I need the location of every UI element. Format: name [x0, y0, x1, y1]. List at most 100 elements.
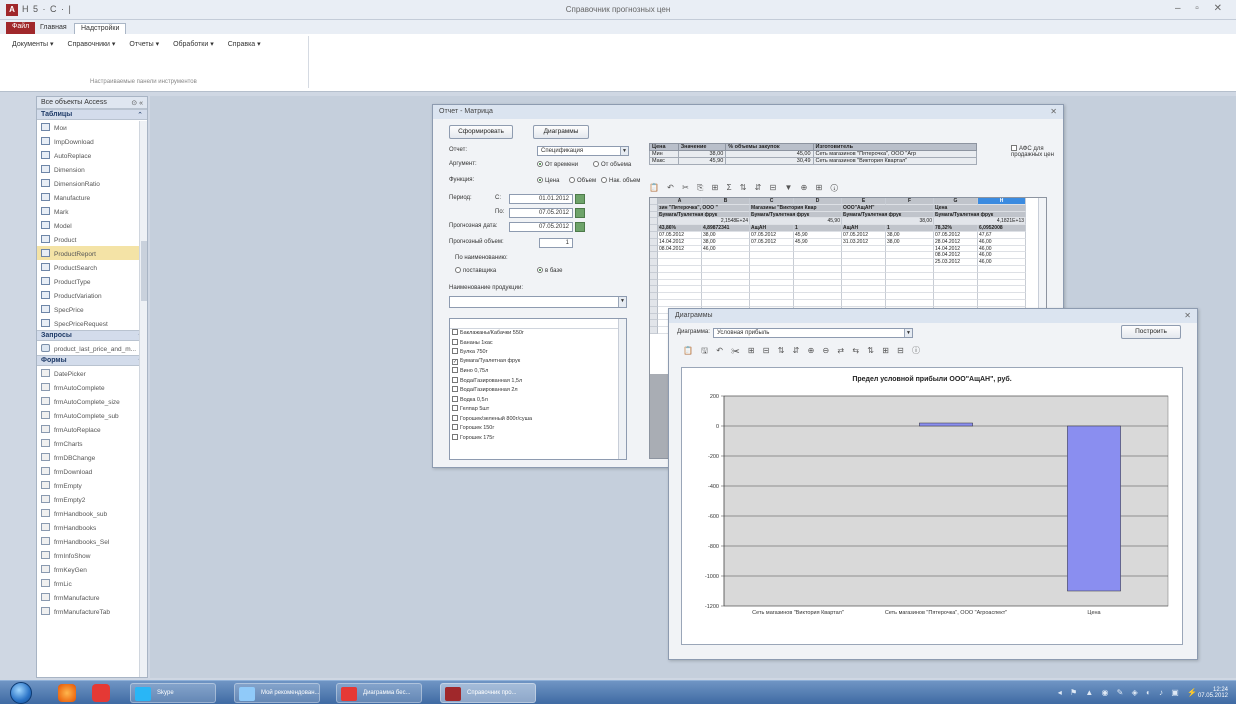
pivot-row-number[interactable] [650, 245, 658, 253]
forecast-volume-input[interactable]: 1 [539, 238, 573, 248]
radio-icon[interactable] [455, 267, 461, 273]
radio-icon[interactable] [593, 161, 599, 167]
pivot-row-number[interactable] [650, 279, 658, 287]
period-to-input[interactable]: 07.05.2012 [509, 208, 573, 218]
argument-volume-radio[interactable]: От объема [593, 161, 631, 168]
nav-item[interactable]: frmCharts [37, 436, 147, 450]
build-chart-button[interactable]: Построить [1121, 325, 1181, 339]
window-controls[interactable]: – ▫ ✕ [1175, 3, 1228, 14]
pivot-cell[interactable] [794, 245, 842, 253]
by-base-radio[interactable]: в базе [537, 267, 562, 274]
pivot-cell[interactable]: 1 [886, 225, 934, 232]
nav-item[interactable]: frmDBChange [37, 450, 147, 464]
pivot-cell[interactable]: 46,00 [978, 259, 1026, 266]
pivot-cell[interactable] [934, 293, 978, 300]
pivot-cell[interactable] [702, 252, 750, 260]
nav-item[interactable]: SpecPriceRequest [37, 316, 147, 330]
pivot-cell[interactable] [794, 266, 842, 273]
pivot-column-header[interactable]: F [886, 198, 934, 205]
nav-item[interactable]: DimensionRatio [37, 176, 147, 190]
pivot-cell[interactable] [658, 286, 702, 294]
product-checkbox-item[interactable]: Гелпар 5шт [450, 405, 626, 415]
pivot-total[interactable]: 45,90 [750, 218, 842, 226]
product-checkbox-item[interactable]: Баклажаны/Кабачки 550г [450, 329, 626, 339]
checkbox-icon[interactable] [452, 424, 458, 430]
pivot-cell[interactable]: 07.05.2012 [658, 232, 702, 239]
pivot-cell[interactable] [750, 259, 794, 266]
nav-header[interactable]: Все объекты Access ⊙ « [37, 97, 147, 109]
checklist-scrollbar[interactable] [618, 319, 626, 459]
pivot-cell[interactable] [842, 245, 886, 253]
pivot-cell[interactable] [978, 300, 1026, 307]
pivot-cell[interactable] [842, 293, 886, 300]
product-name-select[interactable]: ▼ [449, 296, 627, 308]
nav-item[interactable]: frmAutoComplete [37, 380, 147, 394]
pivot-group-header[interactable]: Магазины "Виктория Квар [750, 204, 842, 212]
pivot-row-number[interactable] [650, 204, 658, 212]
pivot-cell[interactable] [794, 272, 842, 280]
function-price-radio[interactable]: Цена [537, 177, 559, 184]
pivot-row-number[interactable] [650, 211, 658, 219]
nav-item[interactable]: Mark [37, 204, 147, 218]
nav-item[interactable]: AutoReplace [37, 148, 147, 162]
pivot-cell[interactable] [750, 300, 794, 307]
pivot-cell[interactable] [750, 286, 794, 294]
pivot-column-header[interactable]: C [750, 198, 794, 205]
pivot-cell[interactable]: 4,89872341 [702, 225, 750, 232]
chart-type-select[interactable]: Условная прибыль ▼ [713, 328, 913, 338]
nav-item[interactable]: ImpDownload [37, 134, 147, 148]
pivot-column-header[interactable]: E [842, 198, 886, 205]
pivot-row-number[interactable] [650, 293, 658, 300]
product-checkbox-item[interactable]: Вино 0,75л [450, 367, 626, 377]
pivot-row-number[interactable] [650, 252, 658, 260]
checkbox-icon[interactable] [452, 338, 458, 345]
pivot-cell[interactable] [842, 266, 886, 273]
pivot-cell[interactable] [886, 272, 934, 280]
nav-item[interactable]: frmAutoReplace [37, 422, 147, 436]
product-checkbox-item[interactable]: Бананы 1кас [450, 338, 626, 349]
pivot-cell[interactable] [794, 279, 842, 287]
pivot-cell[interactable]: 46,00 [702, 245, 750, 253]
pivot-cell[interactable]: 46,00 [978, 252, 1026, 260]
pivot-cell[interactable] [842, 259, 886, 266]
pivot-cell[interactable]: 1 [794, 225, 842, 232]
checkbox-icon[interactable] [452, 376, 458, 383]
nav-item[interactable]: ProductType [37, 274, 147, 288]
pivot-cell[interactable]: 14.04.2012 [658, 238, 702, 246]
pivot-subheader[interactable]: Бумага/Туалетная фрук [658, 211, 750, 219]
pivot-cell[interactable] [702, 293, 750, 300]
pivot-cell[interactable] [702, 300, 750, 307]
nav-item[interactable]: Dimension [37, 162, 147, 176]
pivot-cell[interactable]: 6,0952008 [978, 225, 1026, 232]
close-icon[interactable]: ✕ [1050, 107, 1057, 116]
nav-item[interactable]: frmLic [37, 576, 147, 590]
clock[interactable]: 12:24 07.05.2012 [1198, 687, 1228, 699]
pivot-cell[interactable]: 38,00 [702, 232, 750, 239]
pivot-row-number[interactable] [650, 320, 658, 328]
period-from-input[interactable]: 01.01.2012 [509, 194, 573, 204]
pivot-column-header[interactable]: H [978, 198, 1026, 205]
pivot-cell[interactable]: 46,00 [978, 238, 1026, 246]
checkbox-icon[interactable] [452, 433, 458, 440]
pivot-cell[interactable] [842, 252, 886, 260]
pivot-cell[interactable] [978, 272, 1026, 280]
calendar-icon[interactable] [575, 208, 585, 218]
menu-processing[interactable]: Обработки ▾ [173, 40, 214, 48]
pivot-cell[interactable]: 07.05.2012 [750, 232, 794, 239]
pivot-subheader[interactable]: Бумага/Туалетная фрук [750, 211, 842, 219]
radio-icon[interactable] [601, 177, 607, 183]
function-volume-radio[interactable]: Объем [569, 177, 596, 184]
pivot-group-header[interactable]: ООО"АщАН" [842, 204, 934, 212]
nav-item[interactable]: frmManufacture [37, 590, 147, 604]
product-checkbox-item[interactable]: ✓ Бумага/Туалетная фрук [450, 358, 626, 368]
product-checkbox-item[interactable]: Булка 750г [450, 348, 626, 358]
pivot-cell[interactable]: 08.04.2012 [658, 245, 702, 253]
pivot-cell[interactable]: 28.04.2012 [934, 238, 978, 246]
start-button-icon[interactable] [10, 682, 32, 704]
pivot-cell[interactable] [658, 252, 702, 260]
checkbox-icon[interactable] [452, 348, 458, 354]
pivot-cell[interactable] [750, 266, 794, 273]
pivot-cell[interactable]: АщАН [750, 225, 794, 232]
pivot-group-header[interactable]: Цена [934, 204, 1026, 212]
pivot-toolbar[interactable]: 📋 ↶ ✂ ⎘ ⊞ Σ ⇅ ⇵ ⊟ ▼ ⊕ ⊞ ⓘ [649, 183, 841, 193]
